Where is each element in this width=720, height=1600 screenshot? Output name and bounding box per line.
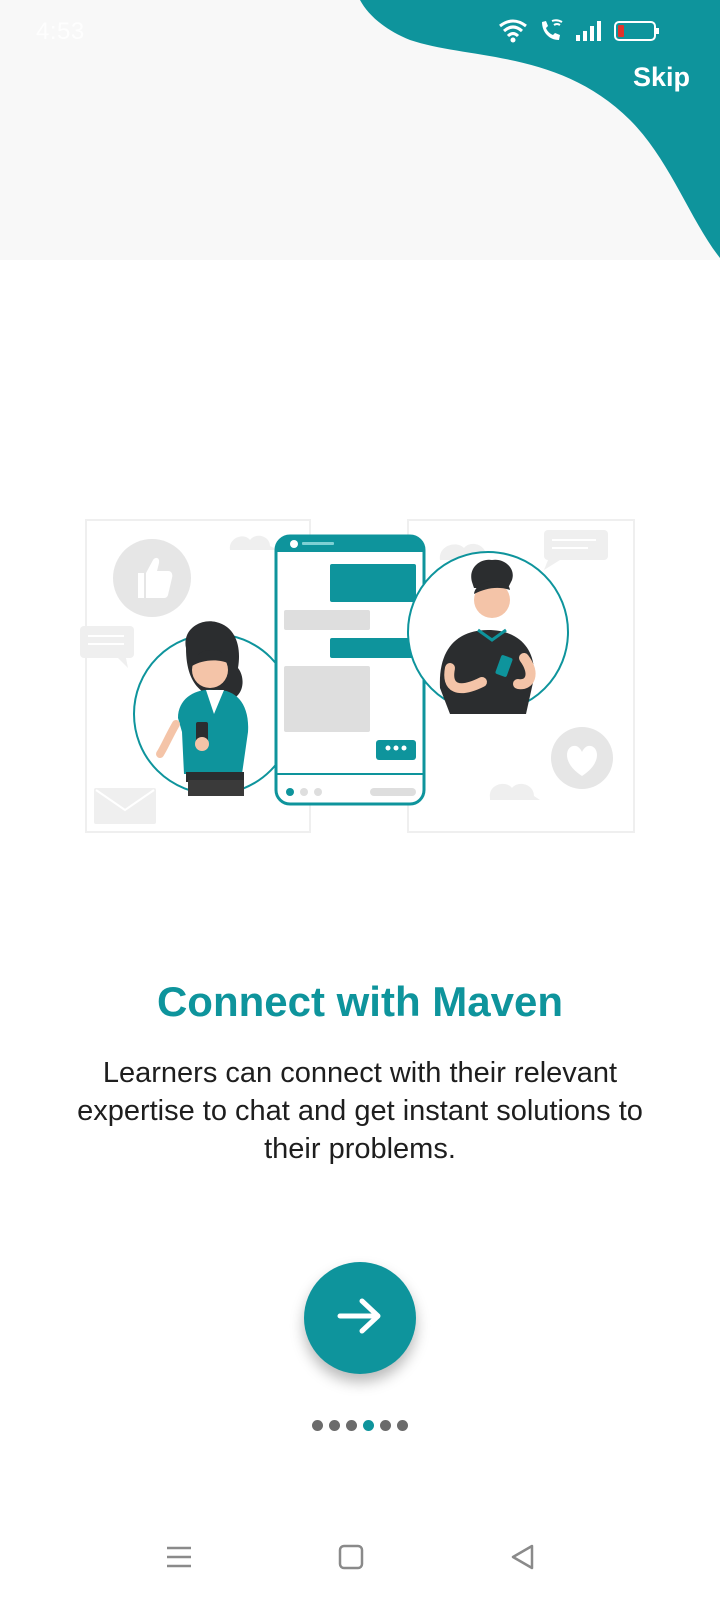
wifi-icon [498,18,528,49]
status-time: 4:53 [36,18,85,45]
skip-button[interactable]: Skip [633,62,690,93]
wifi-calling-icon [538,18,564,49]
home-square-icon[interactable] [336,1542,366,1577]
menu-icon[interactable] [164,1542,194,1577]
pagination-dot [397,1420,408,1431]
pagination-dot [346,1420,357,1431]
status-bar: 4:53 [0,0,720,64]
pagination-dot [329,1420,340,1431]
page-title: Connect with Maven [156,978,564,1025]
page-description: Learners can connect with their relevant… [77,1057,643,1165]
two-people-chatting-phone-illustration [80,519,635,833]
system-navigation-bar [0,1520,720,1600]
next-button[interactable] [304,1262,416,1374]
arrow-right-icon [336,1296,384,1341]
pagination-dot [380,1420,391,1431]
battery-low-icon [614,19,660,48]
pagination-dot-active [363,1420,374,1431]
back-triangle-icon[interactable] [508,1542,538,1577]
pagination-dot [312,1420,323,1431]
pagination-dots [0,1420,720,1431]
signal-icon [574,19,604,48]
